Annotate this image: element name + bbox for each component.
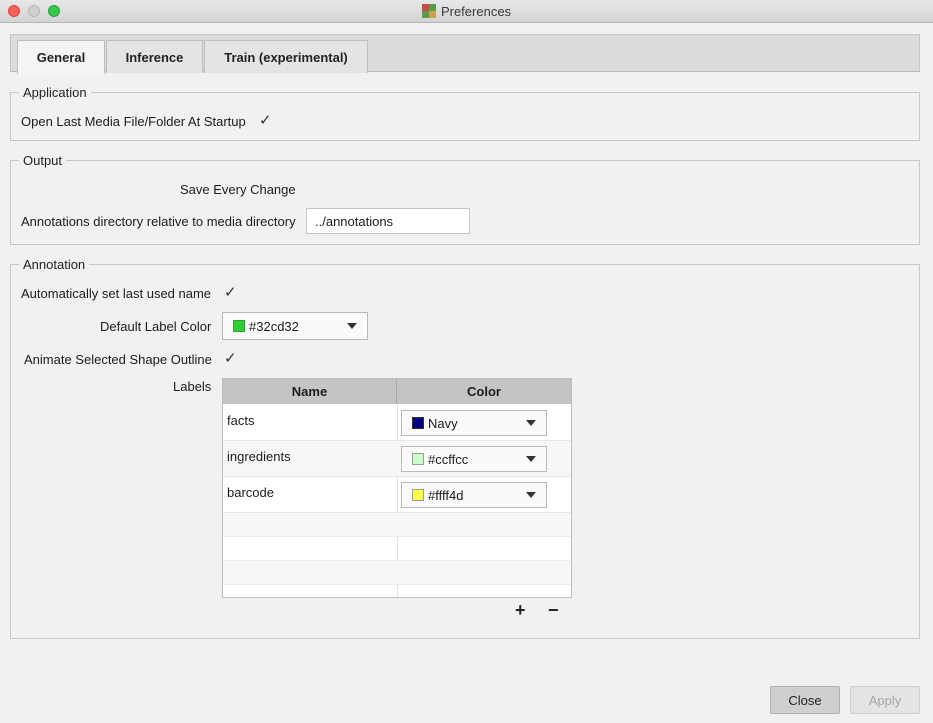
empty-table-row: [223, 513, 571, 537]
table-row[interactable]: barcode #ffff4d: [223, 477, 571, 513]
table-header: Name Color: [223, 379, 571, 404]
window-title: Preferences: [440, 3, 512, 19]
label-color-select[interactable]: #ffff4d: [401, 482, 547, 508]
label-name-cell[interactable]: barcode: [227, 485, 274, 500]
label-color-select[interactable]: Navy: [401, 410, 547, 436]
empty-table-row: [223, 537, 571, 561]
color-swatch: [412, 489, 424, 501]
application-group: Application: [10, 85, 920, 141]
label-color-value: #ccffcc: [428, 451, 469, 467]
label-color-select[interactable]: #ccffcc: [401, 446, 547, 472]
column-header-name[interactable]: Name: [223, 379, 397, 404]
tab-bar: General Inference Train (experimental): [10, 34, 920, 74]
labels-table: Name Color facts Navy ingredients #ccffc…: [222, 378, 572, 598]
auto-last-name-label: Automatically set last used name: [21, 286, 212, 301]
animate-outline-label: Animate Selected Shape Outline: [24, 352, 212, 367]
label-name-cell[interactable]: facts: [227, 413, 254, 428]
auto-last-name-checkbox[interactable]: ✓: [224, 283, 237, 301]
animate-outline-checkbox[interactable]: ✓: [224, 349, 237, 367]
title-area: Preferences: [0, 0, 933, 22]
output-legend: Output: [23, 153, 63, 168]
open-last-media-label: Open Last Media File/Folder At Startup: [21, 114, 246, 129]
label-color-value: Navy: [428, 415, 458, 431]
chevron-down-icon: [526, 420, 536, 426]
color-swatch: [412, 453, 424, 465]
tab-train-experimental[interactable]: Train (experimental): [204, 40, 368, 73]
plus-icon[interactable]: +: [515, 600, 526, 621]
open-last-media-checkbox[interactable]: ✓: [259, 111, 272, 129]
table-row[interactable]: facts Navy: [223, 405, 571, 441]
preferences-window: Preferences General Inference Train (exp…: [0, 0, 933, 723]
empty-table-row: [223, 561, 571, 585]
title-bar: Preferences: [0, 0, 933, 23]
column-header-color[interactable]: Color: [397, 379, 571, 404]
labels-label: Labels: [173, 379, 212, 394]
annotations-dir-input[interactable]: [306, 208, 470, 234]
empty-table-row: [223, 585, 571, 597]
chevron-down-icon: [526, 456, 536, 462]
default-label-color-select[interactable]: #32cd32: [222, 312, 368, 340]
minus-icon[interactable]: −: [548, 600, 559, 621]
annotations-dir-label: Annotations directory relative to media …: [21, 214, 296, 229]
tab-general[interactable]: General: [17, 40, 105, 74]
app-icon: [421, 4, 436, 18]
default-label-color-value: #32cd32: [249, 318, 299, 334]
tab-inference[interactable]: Inference: [106, 40, 203, 73]
label-name-cell[interactable]: ingredients: [227, 449, 291, 464]
color-swatch: [412, 417, 424, 429]
chevron-down-icon: [526, 492, 536, 498]
default-label-color-label: Default Label Color: [100, 319, 212, 334]
close-button[interactable]: Close: [770, 686, 840, 714]
table-row[interactable]: ingredients #ccffcc: [223, 441, 571, 477]
save-every-change-label[interactable]: Save Every Change: [180, 182, 296, 197]
annotation-legend: Annotation: [23, 257, 86, 272]
label-color-value: #ffff4d: [428, 487, 464, 503]
application-legend: Application: [23, 85, 87, 100]
color-swatch: [233, 320, 245, 332]
apply-button[interactable]: Apply: [850, 686, 920, 714]
chevron-down-icon: [347, 323, 357, 329]
